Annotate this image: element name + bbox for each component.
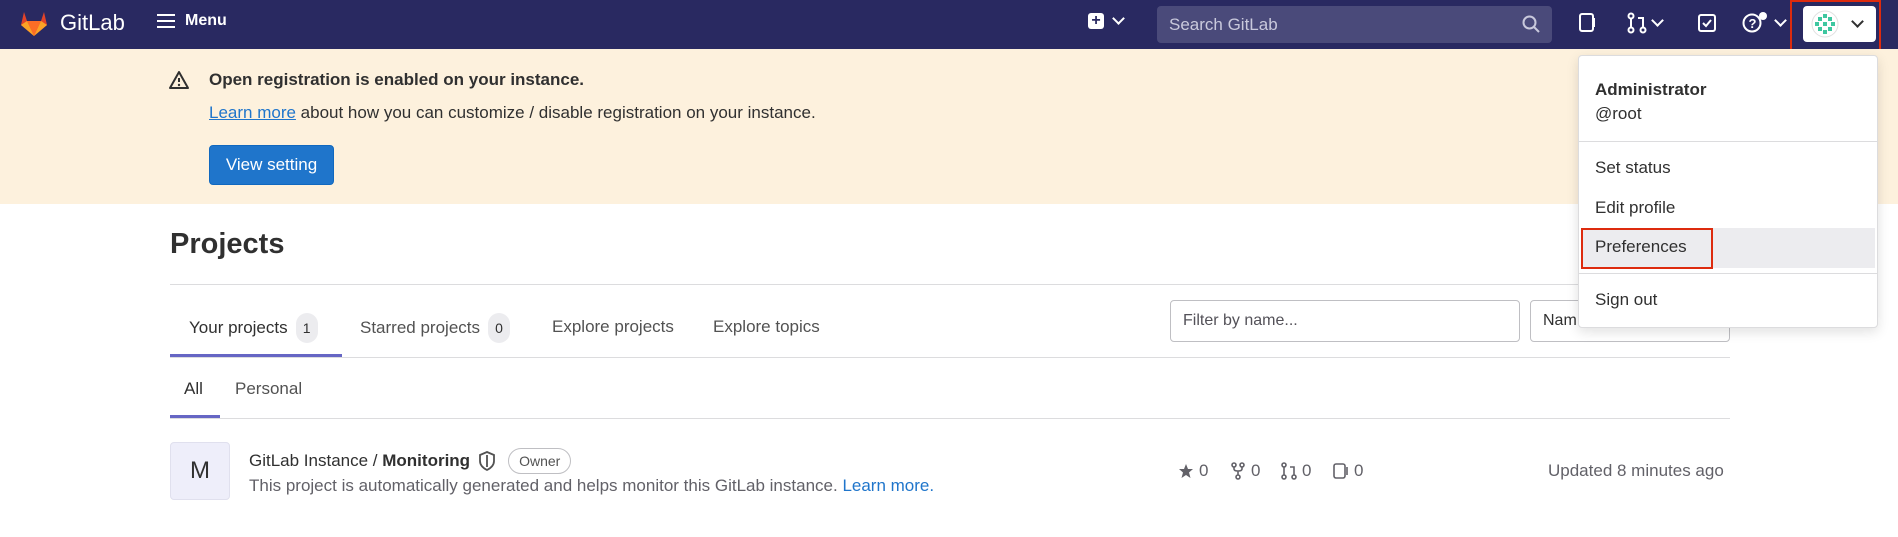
help-icon: ? (1742, 12, 1767, 33)
project-title: GitLab Instance / Monitoring Owner (249, 448, 572, 474)
search-box (1157, 6, 1552, 43)
project-description: This project is automatically generated … (249, 476, 935, 495)
gitlab-logo-icon (21, 12, 47, 36)
shield-icon (479, 451, 495, 471)
issues-nav-button[interactable] (1578, 12, 1598, 34)
updated-timestamp: Updated 8 minutes ago (1548, 461, 1724, 480)
search-icon (1522, 15, 1540, 33)
merge-request-icon (1281, 462, 1297, 480)
tab-starred-projects[interactable]: Starred projects 0 (360, 313, 510, 343)
divider (1579, 273, 1877, 274)
top-navbar: GitLab Menu + Search GitLab ? (0, 0, 1898, 49)
banner-title: Open registration is enabled on your ins… (209, 70, 585, 89)
avatar-highlight-box (1790, 0, 1881, 54)
fork-icon (1231, 462, 1245, 480)
user-display-name: Administrator (1595, 80, 1707, 99)
divider (170, 357, 1730, 358)
hamburger-icon (157, 14, 175, 28)
divider (170, 418, 1730, 419)
tab-label: Starred projects (360, 318, 480, 337)
issues-count[interactable]: 0 (1333, 461, 1363, 481)
banner-text: Learn more about how you can customize /… (209, 103, 816, 123)
issues-icon (1579, 13, 1595, 32)
user-username: @root (1595, 104, 1642, 123)
divider (1579, 141, 1877, 142)
todos-nav-button[interactable] (1697, 12, 1717, 34)
help-nav-button[interactable]: ? (1742, 12, 1787, 34)
chevron-down-icon (1112, 12, 1125, 25)
chevron-down-icon (1651, 14, 1664, 27)
banner-description: about how you can customize / disable re… (295, 103, 816, 122)
stars-count[interactable]: 0 (1178, 461, 1208, 481)
project-learn-more-link[interactable]: Learn more. (842, 476, 934, 495)
menu-button[interactable]: Menu (157, 12, 227, 30)
issues-icon (1333, 463, 1348, 479)
svg-text:?: ? (1749, 16, 1757, 31)
menu-label: Menu (185, 12, 227, 29)
chevron-down-icon (1774, 14, 1787, 27)
count-badge: 0 (488, 313, 510, 343)
menu-item-edit-profile[interactable]: Edit profile (1581, 191, 1875, 225)
learn-more-link[interactable]: Learn more (209, 103, 296, 122)
tab-label: Explore topics (713, 317, 820, 336)
gitlab-logo-link[interactable]: GitLab (18, 7, 125, 39)
forks-count[interactable]: 0 (1230, 461, 1260, 481)
merge-request-icon (1627, 12, 1647, 34)
user-dropdown-menu: Administrator @root Set status Edit prof… (1578, 55, 1878, 328)
owner-badge: Owner (508, 448, 572, 474)
project-avatar[interactable]: M (170, 442, 230, 500)
tab-explore-projects[interactable]: Explore projects (552, 317, 674, 337)
warning-icon (169, 71, 189, 89)
filter-by-name-input[interactable] (1170, 300, 1520, 342)
menu-item-sign-out[interactable]: Sign out (1581, 283, 1875, 317)
page-title: Projects (170, 228, 285, 260)
tab-explore-topics[interactable]: Explore topics (713, 317, 820, 337)
new-dropdown-button[interactable]: + (1088, 12, 1125, 29)
tab-label: Your projects (189, 318, 288, 337)
todo-checkbox-icon (1698, 14, 1716, 32)
brand-name: GitLab (60, 10, 125, 35)
view-setting-button[interactable]: View setting (209, 145, 334, 185)
merge-requests-count[interactable]: 0 (1281, 461, 1311, 481)
search-input[interactable] (1169, 14, 1509, 35)
star-icon (1179, 464, 1193, 478)
plus-square-icon: + (1088, 13, 1104, 29)
count-badge: 1 (295, 313, 318, 343)
tab-your-projects[interactable]: Your projects 1 (189, 313, 318, 343)
merge-requests-nav-button[interactable] (1627, 12, 1664, 34)
subtab-personal[interactable]: Personal (235, 379, 302, 399)
divider (170, 284, 1730, 285)
subtab-all[interactable]: All (184, 379, 203, 399)
tab-label: Explore projects (552, 317, 674, 336)
preferences-highlight-box (1581, 228, 1713, 269)
menu-item-set-status[interactable]: Set status (1581, 151, 1875, 185)
project-link[interactable]: GitLab Instance / Monitoring (249, 451, 470, 471)
